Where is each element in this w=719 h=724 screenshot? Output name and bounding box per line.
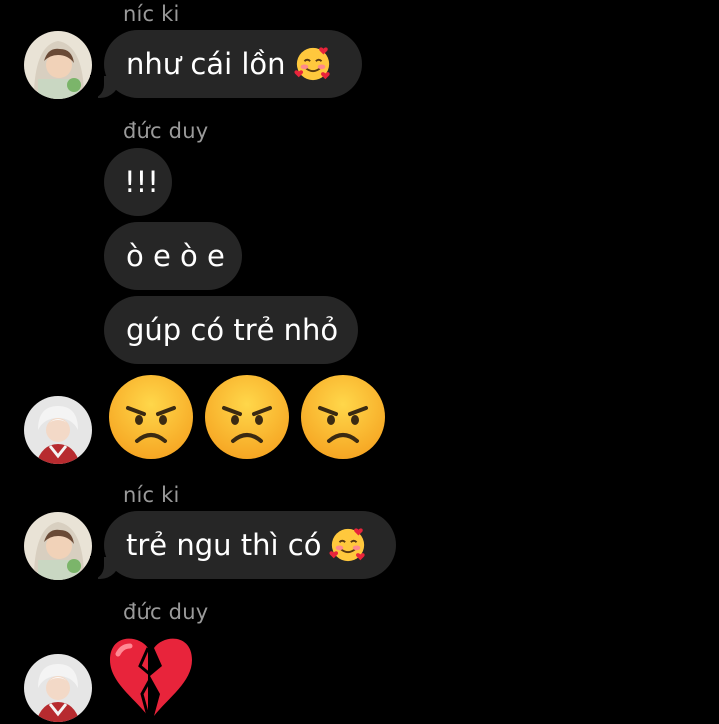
broken-heart-icon[interactable] bbox=[104, 632, 198, 720]
sender-name: níc ki bbox=[123, 483, 180, 507]
message-bubble[interactable]: như cái lồn bbox=[90, 30, 362, 99]
sender-name: đức duy bbox=[123, 600, 209, 624]
message-bubble[interactable]: gúp có trẻ nhỏ bbox=[104, 296, 358, 364]
avatar-duc-duy[interactable] bbox=[24, 396, 92, 464]
message-text: như cái lồn bbox=[126, 47, 286, 81]
smiling-face-with-hearts-icon bbox=[293, 47, 330, 81]
avatar-nic-ki[interactable] bbox=[24, 31, 92, 99]
sender-name: níc ki bbox=[123, 2, 180, 26]
message-text: trẻ ngu thì có bbox=[126, 528, 322, 562]
message-bubble[interactable]: ò e ò e bbox=[104, 222, 242, 290]
message-text: gúp có trẻ nhỏ bbox=[126, 313, 339, 347]
smiling-face-with-hearts-icon bbox=[329, 528, 366, 562]
message-text: !!! bbox=[124, 165, 159, 199]
angry-face-icon[interactable] bbox=[106, 372, 196, 462]
message-bubble[interactable]: trẻ ngu thì có bbox=[90, 511, 396, 580]
avatar-duc-duy[interactable] bbox=[24, 654, 92, 722]
avatar-nic-ki[interactable] bbox=[24, 512, 92, 580]
message-text: ò e ò e bbox=[126, 239, 225, 273]
angry-face-icon[interactable] bbox=[298, 372, 388, 462]
message-bubble[interactable]: !!! bbox=[104, 148, 172, 216]
angry-face-icon[interactable] bbox=[202, 372, 292, 462]
sender-name: đức duy bbox=[123, 119, 209, 143]
